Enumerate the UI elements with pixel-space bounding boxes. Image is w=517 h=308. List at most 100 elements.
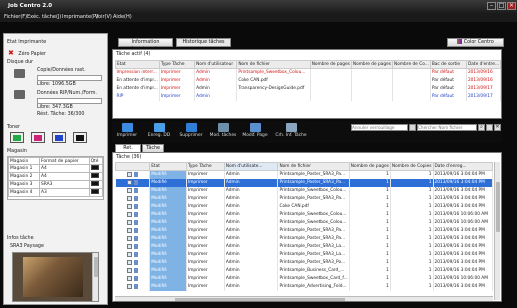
print-button[interactable]: Imprimer: [112, 123, 142, 142]
col-copies[interactable]: Nombre de Copies: [389, 162, 434, 171]
row-checkbox[interactable]: [115, 202, 151, 211]
filter-icon[interactable]: [486, 124, 493, 131]
stored-job-row[interactable]: Modifié Imprimer Admin Printsample_Sweetbox…: [115, 186, 493, 195]
tray-row[interactable]: Magasin 1 A4: [8, 164, 104, 173]
close-button[interactable]: ×: [507, 2, 516, 10]
checkbox-icon[interactable]: [127, 195, 133, 201]
tray-row[interactable]: Magasin 4 A3: [8, 188, 104, 197]
checkbox-icon[interactable]: [127, 283, 133, 289]
checkbox-icon[interactable]: [127, 243, 133, 249]
delete-button[interactable]: Supprimer: [176, 123, 206, 142]
col-pages[interactable]: Nombre de pages: [309, 60, 352, 69]
col-user[interactable]: Nom d'utilisateur: [194, 60, 238, 69]
tray-row[interactable]: Magasin 2 A4: [8, 172, 104, 181]
col-date[interactable]: Date d'entre...: [465, 60, 502, 69]
minimize-button[interactable]: –: [487, 2, 496, 10]
maximize-button[interactable]: □: [497, 2, 506, 10]
checkbox-icon[interactable]: [127, 171, 133, 177]
row-checkbox[interactable]: [115, 258, 151, 267]
col-user[interactable]: Nom d'utilisate...: [223, 162, 279, 171]
col-job-type[interactable]: Type Tâche: [158, 60, 196, 69]
preview-scrollbar[interactable]: [92, 253, 98, 301]
col-pages[interactable]: Nombre de pages: [348, 162, 391, 171]
col-copies[interactable]: Nombre de Co...: [392, 60, 431, 69]
search-file-input[interactable]: [417, 124, 477, 131]
checkbox-icon[interactable]: [127, 227, 133, 233]
stored-job-row[interactable]: Modifié Imprimer Admin Printsample_Poster_S…: [115, 226, 493, 235]
stored-job-row[interactable]: Modifié Imprimer Admin Printsample_Advertis…: [115, 282, 493, 291]
menu-job[interactable]: Exéc. tâche(J): [27, 14, 61, 20]
hscroll-thumb[interactable]: [175, 298, 345, 301]
stored-job-row[interactable]: Modifié Imprimer Admin Printsample_Poster_S…: [115, 170, 493, 179]
row-checkbox[interactable]: [115, 234, 151, 243]
tab-printer-info[interactable]: Information Imprimante: [118, 38, 173, 52]
col-state[interactable]: Etat: [149, 162, 187, 171]
row-checkbox[interactable]: [115, 178, 151, 187]
unlock-input[interactable]: [351, 124, 408, 131]
row-checkbox[interactable]: [115, 226, 151, 235]
row-checkbox[interactable]: [115, 186, 151, 195]
stored-job-row[interactable]: Modifié Imprimer Admin Printsample_Poster_S…: [115, 194, 493, 203]
checkbox-icon[interactable]: [127, 187, 133, 193]
stored-job-row[interactable]: Modifié Imprimer Admin Printsample_Sweetbox…: [115, 218, 493, 227]
stored-job-row[interactable]: Modifié Imprimer Admin Printsample_Business…: [115, 266, 493, 275]
active-job-row[interactable]: En attente d'impr... Imprimer Admin Coke…: [115, 76, 502, 85]
checkbox-icon[interactable]: [127, 275, 133, 281]
stored-job-row[interactable]: Modifié Imprimer Admin Coke CAN.pdf 1 1 2013/0…: [115, 202, 493, 211]
stored-job-row[interactable]: Modifié Imprimer Admin Printsample_Sweetbox…: [115, 210, 493, 219]
clear-icon[interactable]: ✕: [494, 124, 501, 131]
save-hdd-button[interactable]: Enreg. DD: [144, 123, 174, 142]
checkbox-icon[interactable]: [127, 211, 133, 217]
col-state[interactable]: Etat: [115, 60, 160, 69]
checkbox-icon[interactable]: [127, 267, 133, 273]
tab-job-history[interactable]: Historique tâches: [176, 38, 231, 47]
edit-jobs-button[interactable]: Mod. tâches: [208, 123, 238, 142]
menu-view[interactable]: Voir(V): [95, 14, 112, 20]
checkbox-icon[interactable]: [127, 235, 133, 241]
row-checkbox[interactable]: [115, 210, 151, 219]
col-pages-2[interactable]: Nombre de pages: [350, 60, 394, 69]
checkbox-icon[interactable]: [127, 251, 133, 257]
menu-file[interactable]: Fichier(F): [4, 14, 27, 20]
job-file: Printsample_Poster_SRA3_Po...: [277, 258, 350, 267]
stored-job-row[interactable]: Modifié Imprimer Admin Printsample_Poster_S…: [115, 234, 493, 243]
row-checkbox[interactable]: [115, 242, 151, 251]
col-output-tray[interactable]: Bac de sortie: [429, 60, 467, 69]
stored-job-row[interactable]: Modifié Imprimer Admin Printsample_Poster_S…: [115, 258, 493, 267]
col-date[interactable]: Date d'enreg...: [432, 162, 493, 171]
stored-job-row[interactable]: Modifié Imprimer Admin Printsample_Poster_S…: [115, 242, 493, 251]
row-checkbox[interactable]: [115, 274, 151, 283]
row-checkbox[interactable]: [115, 250, 151, 259]
stored-jobs-scrollbar[interactable]: [494, 162, 500, 300]
col-job-type[interactable]: Type Tâche: [185, 162, 225, 171]
active-job-row[interactable]: RIP Imprimer Admin Par défaut 2013/09/17: [115, 92, 502, 101]
color-centro-button[interactable]: Color Centro: [447, 38, 504, 47]
stored-jobs-scroll-thumb[interactable]: [496, 182, 500, 232]
preview-scroll-thumb[interactable]: [94, 257, 98, 277]
tray-row[interactable]: Magasin 3 SRA3: [8, 180, 104, 189]
row-checkbox[interactable]: [115, 218, 151, 227]
col-file[interactable]: Nom de fichier: [236, 60, 311, 69]
stored-job-row[interactable]: Modifié Imprimer Admin Printsample_Poster_S…: [115, 250, 493, 259]
col-file[interactable]: Nom de fichier: [277, 162, 350, 171]
hscrollbar[interactable]: [115, 296, 493, 301]
search-icon[interactable]: ⌕: [478, 124, 485, 131]
stored-job-row[interactable]: Modifié Imprimer Admin Printsample_Sweetbox…: [115, 274, 493, 283]
toner-cartridge-icon: [31, 132, 45, 143]
row-checkbox[interactable]: [115, 266, 151, 275]
stored-job-row[interactable]: Modifié Imprimer Admin Printsample_Poster_S…: [115, 178, 493, 187]
checkbox-icon[interactable]: [127, 259, 133, 265]
row-checkbox[interactable]: [115, 194, 151, 203]
row-checkbox[interactable]: [115, 282, 151, 291]
active-job-row[interactable]: En attente d'impr... Imprimer Admin Tran…: [115, 84, 502, 93]
checkbox-icon[interactable]: [127, 179, 133, 185]
lock-icon[interactable]: [409, 124, 416, 131]
menu-help[interactable]: Aide(H): [113, 14, 132, 20]
row-checkbox[interactable]: [115, 170, 151, 179]
checkbox-icon[interactable]: [127, 219, 133, 225]
menu-printer[interactable]: Imprimante(P): [62, 14, 98, 20]
checkbox-icon[interactable]: [127, 203, 133, 209]
edit-page-button[interactable]: Modif. Page: [240, 123, 270, 142]
job-info-button[interactable]: Crh. Inf. Tâche: [274, 123, 308, 142]
active-job-row[interactable]: Impression interr... Imprimer Admin Prin…: [115, 68, 502, 77]
